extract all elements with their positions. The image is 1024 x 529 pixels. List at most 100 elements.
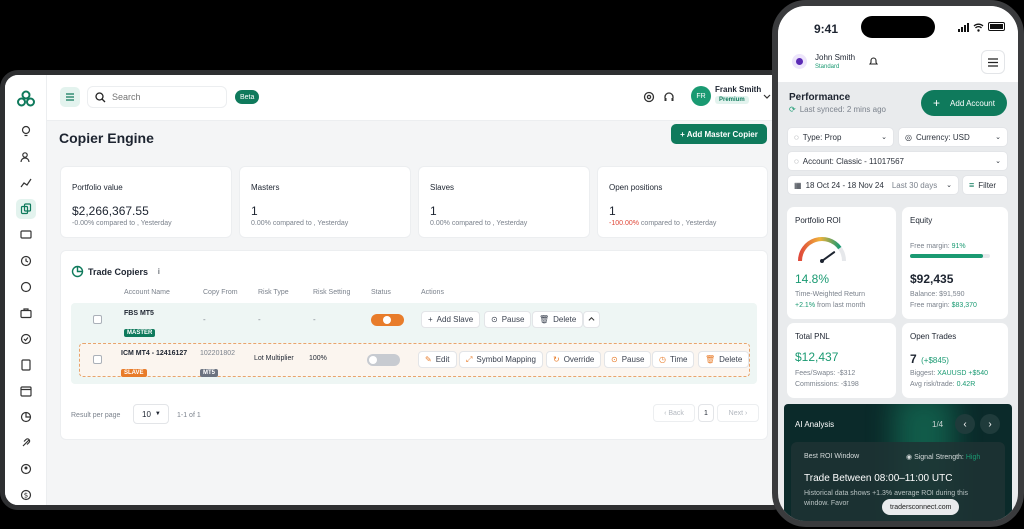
svg-text:$: $ — [24, 492, 28, 500]
profile-icon[interactable] — [16, 459, 36, 479]
menu-button[interactable] — [981, 50, 1005, 74]
chevron-down-icon: ⌄ — [946, 182, 952, 189]
avatar[interactable] — [792, 54, 807, 69]
ai-title: AI Analysis — [795, 420, 835, 429]
briefcase-icon[interactable] — [16, 303, 36, 323]
stat-value: 1 — [609, 204, 616, 218]
stat-suffix: compared to , Yesterday — [272, 220, 349, 227]
copy-icon[interactable] — [16, 199, 36, 219]
biggest-value: XAUUSD +$540 — [937, 370, 989, 377]
stat-change: -100.00% — [609, 220, 639, 227]
copy-from: - — [203, 315, 206, 324]
type-select[interactable]: ◌ Type: Prop ⌄ — [787, 127, 894, 147]
pause-icon: ⊙ — [491, 315, 498, 324]
filter-button[interactable]: ≡ Filter — [962, 175, 1008, 195]
back-button[interactable]: ‹ Back — [653, 404, 695, 422]
last-synced: Last synced: 2 mins ago — [799, 105, 886, 114]
per-page-select[interactable]: 10 ▼ — [133, 404, 169, 424]
stat-card: Slaves 1 0.00% compared to , Yesterday — [418, 166, 590, 238]
monitor-icon[interactable] — [16, 225, 36, 245]
link-icon[interactable] — [16, 433, 36, 453]
next-button[interactable]: Next › — [717, 404, 759, 422]
pie-icon[interactable] — [16, 407, 36, 427]
pause-button[interactable]: ⊙ Pause — [604, 351, 652, 368]
page-title: Copier Engine — [59, 130, 154, 146]
stat-change: 0.00% — [251, 220, 271, 227]
edit-button[interactable]: ✎ Edit — [418, 351, 457, 368]
dynamic-island — [861, 16, 935, 38]
account-select[interactable]: ◌ Account: Classic - 11017567 ⌄ — [787, 151, 1008, 171]
logo-icon[interactable] — [14, 87, 38, 111]
stat-change: 0.00% — [430, 220, 450, 227]
user-name: John Smith — [815, 53, 856, 62]
avg-risk-value: 0.42R — [956, 381, 976, 388]
column-header: Risk Setting — [313, 289, 351, 296]
search-input[interactable] — [112, 92, 212, 102]
symbol-mapping-button[interactable]: ⤢ Symbol Mapping — [459, 351, 543, 368]
info-icon[interactable]: i — [158, 267, 160, 276]
row-checkbox[interactable] — [93, 355, 102, 364]
status-toggle[interactable] — [371, 314, 404, 326]
roi-value: 14.8% — [795, 272, 830, 286]
risk-type: - — [258, 315, 261, 324]
time-button[interactable]: ◷ Time — [652, 351, 695, 368]
margin-label: Free margin: — [910, 243, 950, 250]
signal-icon — [958, 23, 970, 32]
collapse-button[interactable] — [583, 311, 600, 328]
chevron-left-icon: ‹ — [963, 418, 967, 430]
total-pnl-card: Total PNL $12,437 Fees/Swaps: -$312 Comm… — [787, 323, 896, 398]
coin-icon[interactable] — [16, 277, 36, 297]
add-account-button[interactable]: + Add Account — [921, 90, 1007, 116]
column-header: Copy From — [203, 289, 238, 296]
pause-button[interactable]: ⊙ Pause — [484, 311, 532, 328]
dollar-icon[interactable]: $ — [16, 485, 36, 505]
add-master-copier-button[interactable]: + Add Master Copier — [671, 124, 767, 144]
ai-analysis-panel: AI Analysis 1/4 ‹ › Best ROI Window ◉ Si… — [784, 404, 1012, 521]
search-box[interactable] — [87, 86, 227, 108]
beta-badge: Beta — [235, 90, 260, 104]
next-button[interactable]: › — [980, 414, 1000, 434]
equity-value: $92,435 — [910, 272, 954, 286]
chart-icon[interactable] — [16, 173, 36, 193]
menu-toggle-button[interactable] — [60, 87, 80, 107]
delete-button[interactable]: 🗑 Delete — [698, 351, 750, 368]
signal-icon: ◉ — [906, 454, 913, 461]
add-slave-button[interactable]: + Add Slave — [421, 311, 481, 328]
calendar-icon[interactable] — [16, 381, 36, 401]
commissions: Commissions: -$198 — [795, 381, 859, 388]
delete-button[interactable]: 🗑 Delete — [532, 311, 584, 328]
settings-icon[interactable] — [643, 91, 655, 103]
document-icon[interactable] — [16, 355, 36, 375]
pnl-value: $12,437 — [795, 350, 839, 364]
bell-icon[interactable] — [868, 56, 879, 67]
currency-icon: ◎ — [905, 132, 912, 142]
chevron-down-icon[interactable] — [763, 92, 771, 100]
free-margin-value: $83,370 — [951, 302, 977, 309]
prev-button[interactable]: ‹ — [955, 414, 975, 434]
roi-change: +2.1% — [795, 302, 816, 309]
headset-icon[interactable] — [663, 91, 675, 103]
stat-value: $2,266,367.55 — [72, 204, 149, 218]
stat-value: 1 — [430, 204, 437, 218]
date-range-select[interactable]: ▦ 18 Oct 24 - 18 Nov 24 Last 30 days ⌄ — [787, 175, 959, 195]
override-button[interactable]: ↻ Override — [546, 351, 602, 368]
bulb-icon[interactable] — [16, 121, 36, 141]
row-checkbox[interactable] — [93, 315, 102, 324]
status-toggle[interactable] — [367, 354, 400, 366]
free-margin-label: Free margin: — [910, 302, 950, 309]
chevron-down-icon: ⌄ — [995, 134, 1001, 141]
card-title: Open Trades — [910, 332, 957, 341]
currency-select[interactable]: ◎ Currency: USD ⌄ — [898, 127, 1008, 147]
plus-icon: + — [428, 315, 433, 324]
section-title: Trade Copiers — [88, 267, 149, 277]
history-icon[interactable] — [16, 251, 36, 271]
card-title: Equity — [910, 216, 933, 225]
check-circle-icon[interactable] — [16, 329, 36, 349]
pause-icon: ⊙ — [611, 355, 618, 364]
bulb-icon: ◌ — [794, 132, 799, 142]
avatar[interactable]: FR — [691, 86, 711, 106]
open-trades-count: 7 — [910, 352, 917, 366]
users-icon[interactable] — [16, 147, 36, 167]
stat-card: Open positions 1 -100.00% compared to , … — [597, 166, 768, 238]
page-number[interactable]: 1 — [698, 404, 714, 422]
